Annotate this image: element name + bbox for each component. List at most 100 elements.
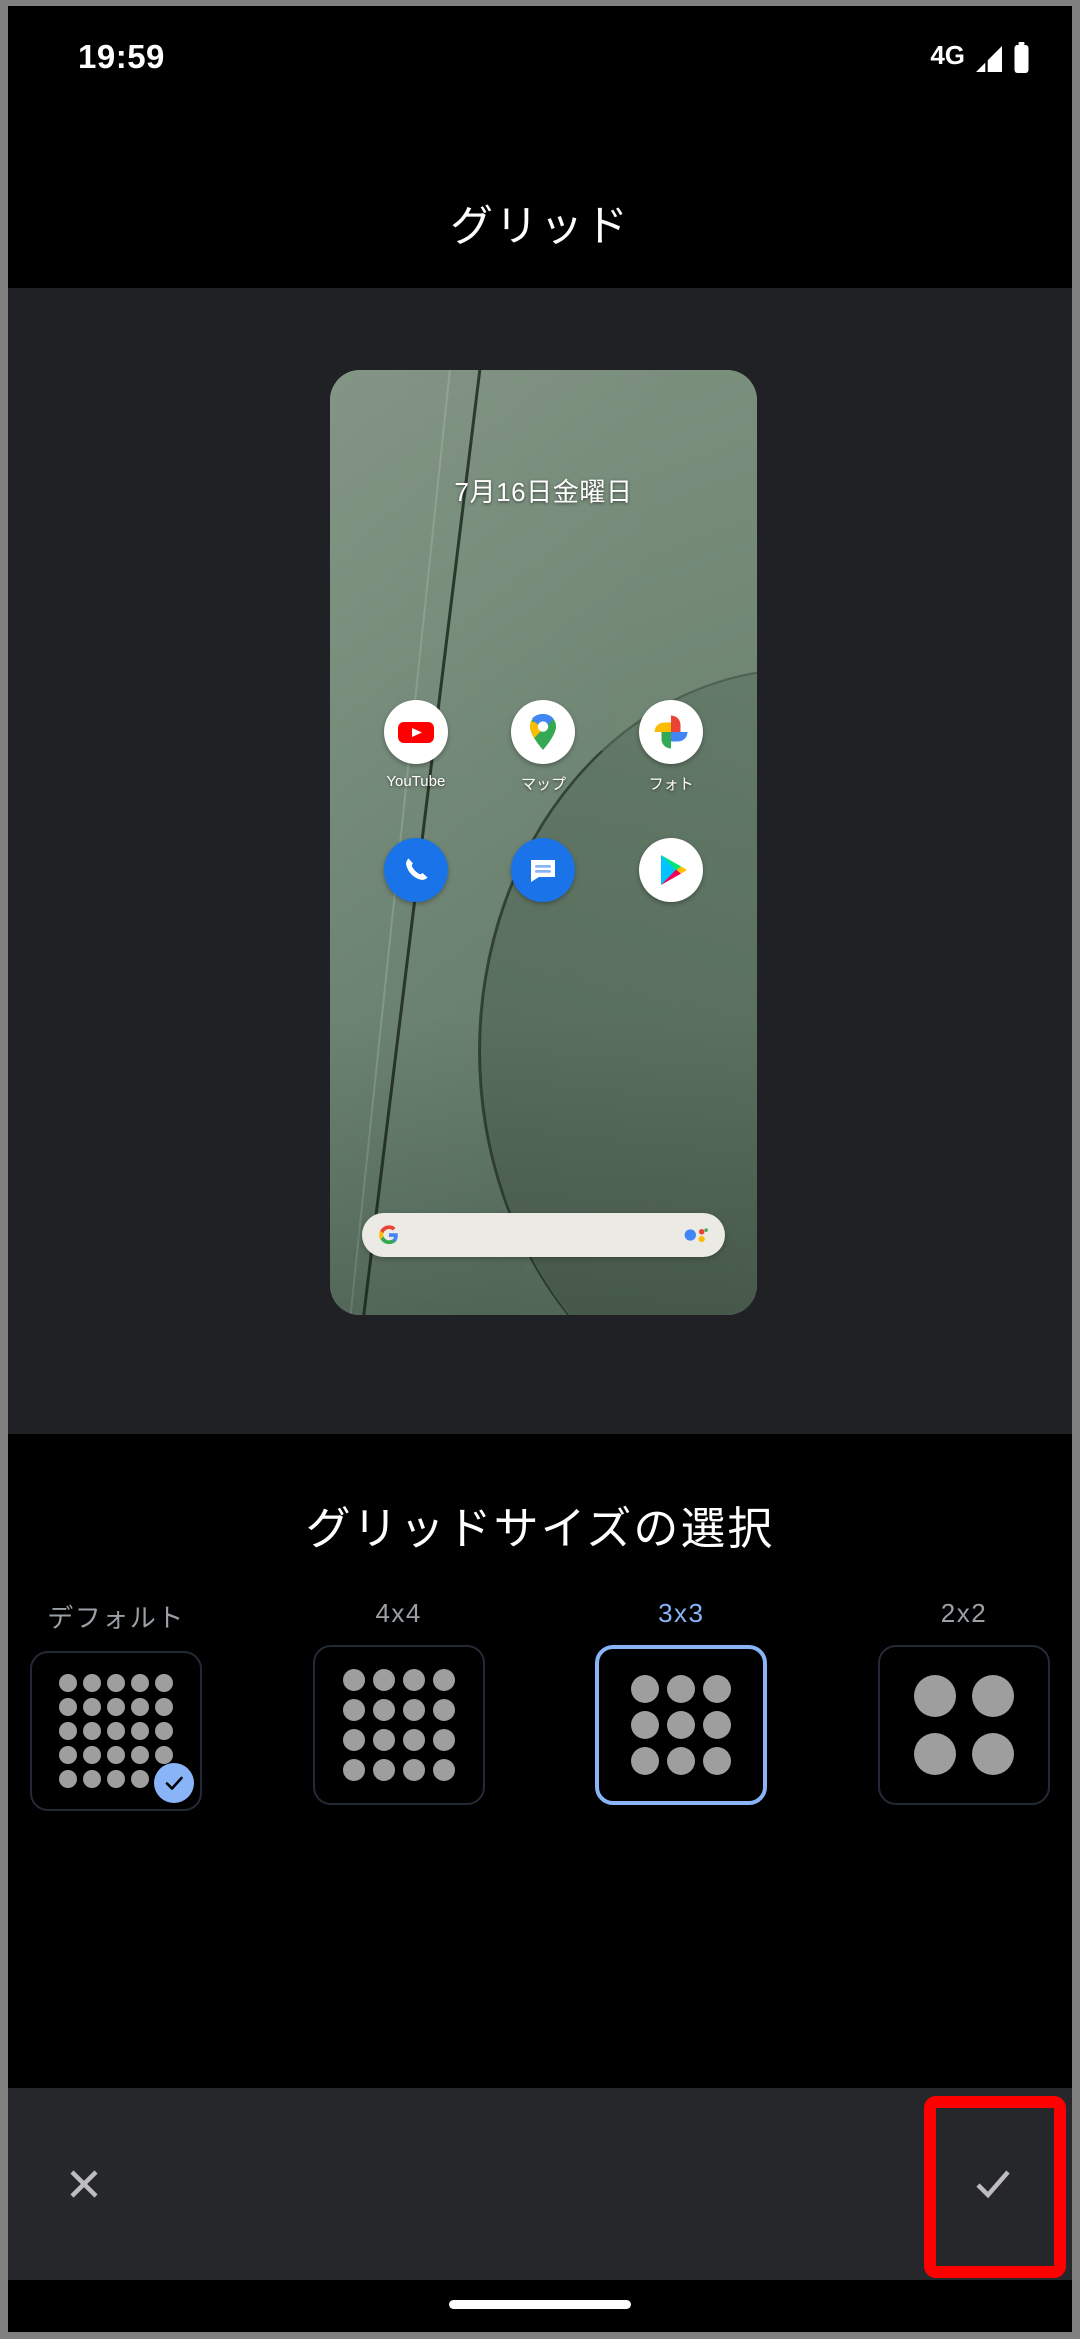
app-play-store[interactable] [619, 838, 723, 911]
grid-option-card[interactable] [30, 1651, 202, 1811]
grid-dot-preview [342, 1669, 455, 1781]
grid-dot [155, 1722, 173, 1740]
grid-dot [432, 1759, 455, 1781]
home-screen-preview-panel: 7月16日金曜日 YouTube マップ フォト [8, 288, 1072, 1434]
status-clock: 19:59 [78, 38, 165, 75]
grid-dot [971, 1733, 1014, 1775]
grid-option-3x3[interactable]: 3x3 [593, 1598, 769, 1811]
google-maps-icon [511, 700, 576, 764]
app-label: YouTube [386, 773, 446, 790]
app-photos[interactable]: フォト [619, 700, 723, 794]
grid-dot [131, 1746, 149, 1764]
grid-dot [107, 1722, 125, 1740]
grid-dot [372, 1669, 395, 1691]
cancel-button[interactable] [24, 2088, 144, 2280]
close-icon [70, 2170, 98, 2198]
grid-size-picker: グリッドサイズの選択 デフォルト 4x4 3x3 2x2 [8, 1434, 1072, 2088]
status-bar: 19:59 4G [8, 6, 1072, 110]
grid-option-label: 2x2 [940, 1598, 988, 1628]
applied-check-badge [154, 1763, 194, 1803]
grid-option-label: デフォルト [47, 1603, 185, 1633]
grid-dot [107, 1746, 125, 1764]
app-maps[interactable]: マップ [491, 700, 595, 794]
grid-dot [342, 1729, 365, 1751]
page-title: グリッド [450, 203, 630, 251]
grid-option-card[interactable] [877, 1645, 1050, 1805]
grid-dot [432, 1729, 455, 1751]
grid-dot [59, 1746, 77, 1764]
grid-dot [131, 1674, 149, 1692]
grid-dot [155, 1674, 173, 1692]
grid-dot [372, 1699, 395, 1721]
grid-dot [631, 1675, 660, 1703]
grid-dot [83, 1770, 101, 1788]
grid-dot [372, 1759, 395, 1781]
network-type-label: 4G [930, 40, 965, 70]
grid-dot [402, 1729, 425, 1751]
status-indicators: 4G [930, 38, 1030, 76]
grid-dot [703, 1675, 732, 1703]
grid-option-card[interactable] [595, 1645, 768, 1805]
grid-dot [432, 1699, 455, 1721]
grid-dot [83, 1674, 101, 1692]
grid-option-label: 4x4 [375, 1598, 422, 1628]
action-bar [8, 2088, 1072, 2280]
grid-dot [913, 1733, 956, 1775]
grid-option-2x2[interactable]: 2x2 [876, 1598, 1052, 1811]
google-search-bar[interactable] [362, 1213, 725, 1257]
navigation-bar [8, 2280, 1072, 2332]
grid-dot [59, 1674, 77, 1692]
grid-option-デフォルト[interactable]: デフォルト [28, 1598, 204, 1811]
google-photos-icon [639, 700, 704, 764]
app-messages[interactable] [491, 838, 595, 911]
google-assistant-icon [684, 1228, 708, 1243]
grid-option-label: 3x3 [658, 1598, 705, 1628]
grid-option-card[interactable] [312, 1645, 485, 1805]
grid-dot [372, 1729, 395, 1751]
grid-dot [703, 1747, 732, 1775]
grid-dot [342, 1759, 365, 1781]
grid-dot [59, 1722, 77, 1740]
confirm-button[interactable] [932, 2088, 1052, 2280]
phone-icon [383, 838, 448, 902]
grid-dot [107, 1698, 125, 1716]
home-gesture-pill[interactable] [449, 2300, 631, 2309]
grid-dot [155, 1698, 173, 1716]
grid-dot [342, 1699, 365, 1721]
grid-dot [107, 1770, 125, 1788]
grid-dot [402, 1759, 425, 1781]
app-youtube[interactable]: YouTube [364, 700, 468, 794]
picker-title: グリッドサイズの選択 [305, 1503, 775, 1554]
grid-dot [107, 1674, 125, 1692]
play-store-icon [639, 838, 704, 902]
grid-dot [131, 1698, 149, 1716]
battery-full-icon [1014, 41, 1029, 73]
grid-dot [402, 1669, 425, 1691]
grid-dot [402, 1699, 425, 1721]
grid-dot [59, 1770, 77, 1788]
grid-dot [155, 1746, 173, 1764]
grid-dot [667, 1747, 696, 1775]
grid-dot-preview [631, 1675, 732, 1775]
grid-dot [631, 1711, 660, 1739]
app-icon-row-2 [330, 838, 757, 911]
grid-option-4x4[interactable]: 4x4 [311, 1598, 487, 1811]
app-label: マップ [520, 776, 566, 793]
preview-date-widget: 7月16日金曜日 [454, 477, 633, 507]
phone-screen: 19:59 4G グリッド 7月16日金曜日 YouTube マップ フォト グ… [8, 6, 1072, 2332]
grid-dot [667, 1711, 696, 1739]
youtube-icon [383, 700, 448, 764]
grid-dot [913, 1675, 956, 1717]
wallpaper-shade [330, 1015, 757, 1315]
messages-icon [511, 838, 576, 902]
phone-preview-card[interactable]: 7月16日金曜日 YouTube マップ フォト [330, 370, 757, 1315]
check-icon [165, 1776, 183, 1790]
app-phone[interactable] [364, 838, 468, 911]
grid-dot [342, 1669, 365, 1691]
grid-dot [631, 1747, 660, 1775]
google-g-icon [379, 1225, 398, 1245]
device-frame: 19:59 4G グリッド 7月16日金曜日 YouTube マップ フォト グ… [0, 0, 1080, 2339]
grid-dot [667, 1675, 696, 1703]
grid-dot [59, 1698, 77, 1716]
header: グリッド [8, 110, 1072, 288]
